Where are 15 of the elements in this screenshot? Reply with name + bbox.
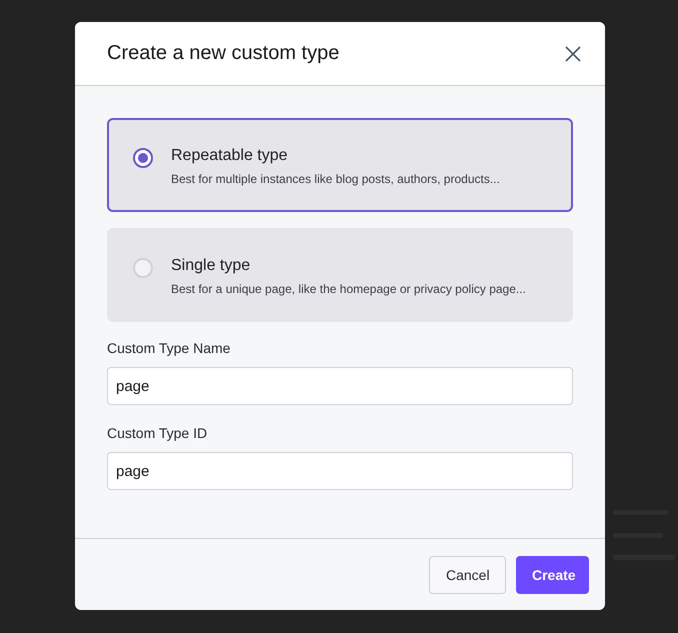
field-label: Custom Type ID	[107, 425, 208, 441]
close-icon[interactable]	[565, 46, 581, 62]
type-option-card[interactable]: Single type Best for a unique page, like the homepage or privacy policy page...	[107, 228, 573, 322]
option-description: Best for a unique page, like the homepage or privacy policy page...	[171, 282, 526, 296]
option-label: Repeatable type	[171, 147, 289, 165]
type-option-card[interactable]: Repeatable type Best for multiple instances like blog posts, authors, products...	[107, 118, 573, 212]
radio-button[interactable]	[133, 148, 153, 168]
cancel-button[interactable]: Cancel	[429, 556, 506, 594]
option-label: Single type	[171, 257, 252, 275]
dialog-title: Create a new custom type	[107, 42, 340, 65]
create-button[interactable]: Create	[516, 556, 589, 594]
option-description: Best for multiple instances like blog posts, authors, products...	[171, 172, 500, 186]
text-field[interactable]: page	[107, 367, 573, 405]
field-label: Custom Type Name	[107, 340, 232, 356]
text-field[interactable]: page	[107, 452, 573, 490]
